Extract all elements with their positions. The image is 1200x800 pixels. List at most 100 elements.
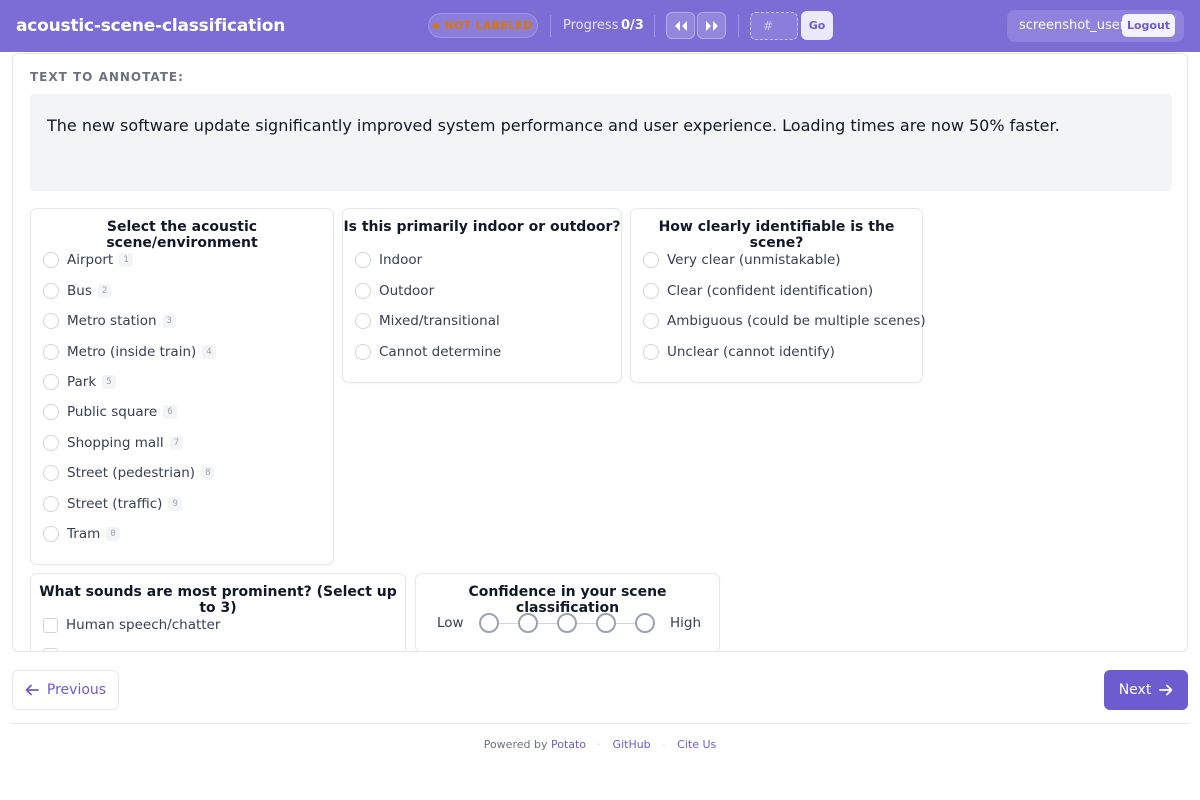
likert-option-1[interactable] (479, 613, 499, 633)
footer-separator: · (662, 738, 666, 751)
likert-option-3[interactable] (557, 613, 577, 633)
next-instance-button[interactable] (697, 12, 726, 39)
radio-button[interactable] (43, 435, 59, 451)
question-title: Is this primarily indoor or outdoor? (343, 219, 621, 235)
radio-button[interactable] (355, 344, 371, 360)
sounds-option[interactable] (43, 645, 58, 651)
likert-option-4[interactable] (596, 613, 616, 633)
status-badge: NOT LABELED (428, 13, 538, 38)
footer-separator: · (597, 738, 602, 751)
option-label: Clear (confident identification) (667, 283, 874, 299)
scene-option[interactable]: Shopping mall 7 (43, 433, 184, 453)
radio-button[interactable] (43, 496, 59, 512)
option-label: Tram (67, 526, 101, 542)
clarity-option[interactable]: Very clear (unmistakable) (643, 250, 841, 270)
radio-button[interactable] (43, 344, 59, 360)
clarity-option[interactable]: Unclear (cannot identify) (643, 342, 835, 362)
next-button[interactable]: Next (1104, 670, 1188, 710)
radio-button[interactable] (355, 252, 371, 268)
likert-high-label: High (670, 615, 702, 631)
radio-button[interactable] (43, 404, 59, 420)
jump-to-instance-input[interactable] (750, 12, 798, 40)
divider (550, 15, 551, 37)
question-title: Select the acoustic scene/environment (106, 219, 258, 251)
radio-button[interactable] (43, 465, 59, 481)
app-title: acoustic-scene-classification (16, 16, 286, 36)
option-label: Bus (67, 283, 92, 299)
keyboard-shortcut: 8 (201, 466, 215, 480)
checkbox[interactable] (43, 647, 58, 651)
arrow-right-icon (1159, 684, 1173, 696)
scene-option[interactable]: Park 5 (43, 372, 116, 392)
scene-option[interactable]: Metro (inside train) 4 (43, 342, 216, 362)
previous-button[interactable]: Previous (12, 670, 119, 710)
footer-divider (12, 723, 1188, 724)
radio-button[interactable] (43, 252, 59, 268)
option-label: Ambiguous (could be multiple scenes) (667, 313, 926, 329)
scene-option[interactable]: Public square 6 (43, 402, 177, 422)
option-label: Park (67, 374, 97, 390)
option-label: Human speech/chatter (66, 617, 221, 633)
scene-option[interactable]: Metro station 3 (43, 311, 176, 331)
sounds-option[interactable]: Human speech/chatter (43, 615, 220, 635)
indoor-outdoor-question-card: Is this primarily indoor or outdoor? Ind… (342, 208, 622, 383)
radio-button[interactable] (43, 526, 59, 542)
likert-option-5[interactable] (635, 613, 655, 633)
option-label: Metro (inside train) (67, 344, 197, 360)
clarity-question-card: How clearly identifiable is the scene? V… (630, 208, 926, 383)
option-label: Unclear (cannot identify) (667, 344, 835, 360)
radio-button[interactable] (643, 313, 659, 329)
top-bar: acoustic-scene-classification NOT LABELE… (0, 0, 1200, 52)
potato-link[interactable]: Potato (551, 738, 586, 751)
radio-button[interactable] (43, 313, 59, 329)
option-label: Cannot determine (379, 344, 502, 360)
clarity-option[interactable]: Ambiguous (could be multiple scenes) (643, 311, 926, 331)
radio-button[interactable] (643, 283, 659, 299)
keyboard-shortcut: 1 (119, 253, 133, 267)
status-label: NOT LABELED (444, 19, 533, 32)
text-to-annotate-box: The new software update significantly im… (30, 94, 1172, 191)
option-label: Very clear (unmistakable) (667, 252, 841, 268)
scene-option[interactable]: Bus 2 (43, 281, 112, 301)
question-title: Confidence in your scene classification (468, 584, 667, 616)
keyboard-shortcut: 4 (202, 345, 216, 359)
cite-us-link[interactable]: Cite Us (677, 738, 716, 751)
option-label: Mixed/transitional (379, 313, 500, 329)
keyboard-shortcut: 7 (169, 436, 184, 450)
option-label: Outdoor (379, 283, 435, 299)
previous-label: Previous (46, 682, 107, 698)
radio-button[interactable] (643, 252, 659, 268)
indoor-option[interactable]: Indoor (355, 250, 422, 270)
option-label: Indoor (379, 252, 423, 268)
radio-button[interactable] (643, 344, 659, 360)
option-label: Shopping mall (67, 435, 164, 451)
question-title: How clearly identifiable is the scene? (658, 219, 895, 251)
indoor-option[interactable]: Mixed/transitional (355, 311, 500, 331)
logout-button[interactable]: Logout (1122, 14, 1175, 37)
text-to-annotate: The new software update significantly im… (47, 116, 1060, 135)
radio-button[interactable] (355, 313, 371, 329)
clarity-option[interactable]: Clear (confident identification) (643, 281, 873, 301)
indoor-option[interactable]: Cannot determine (355, 342, 501, 362)
annotation-panel: TEXT TO ANNOTATE: The new software updat… (12, 53, 1188, 652)
prev-instance-button[interactable] (666, 12, 695, 39)
scene-option[interactable]: Tram 0 (43, 524, 120, 544)
sounds-question-card: What sounds are most prominent? (Select … (30, 573, 406, 651)
scene-option[interactable]: Street (traffic) 9 (43, 494, 182, 514)
section-label: TEXT TO ANNOTATE: (30, 70, 184, 84)
scene-option[interactable]: Street (pedestrian) 8 (43, 463, 215, 483)
radio-button[interactable] (355, 283, 371, 299)
go-button[interactable]: Go (801, 11, 833, 40)
github-link[interactable]: GitHub (613, 738, 651, 751)
scene-option[interactable]: Airport 1 (43, 250, 133, 270)
likert-option-2[interactable] (518, 613, 538, 633)
radio-button[interactable] (43, 374, 59, 390)
scene-question-card: Select the acoustic scene/environment Ai… (30, 208, 334, 565)
indoor-option[interactable]: Outdoor (355, 281, 434, 301)
option-label: Airport (67, 252, 114, 268)
checkbox[interactable] (43, 617, 58, 633)
option-label: Metro station (67, 313, 157, 329)
keyboard-shortcut: 5 (102, 375, 116, 389)
radio-button[interactable] (43, 283, 59, 299)
progress-label: Progress (563, 18, 619, 33)
